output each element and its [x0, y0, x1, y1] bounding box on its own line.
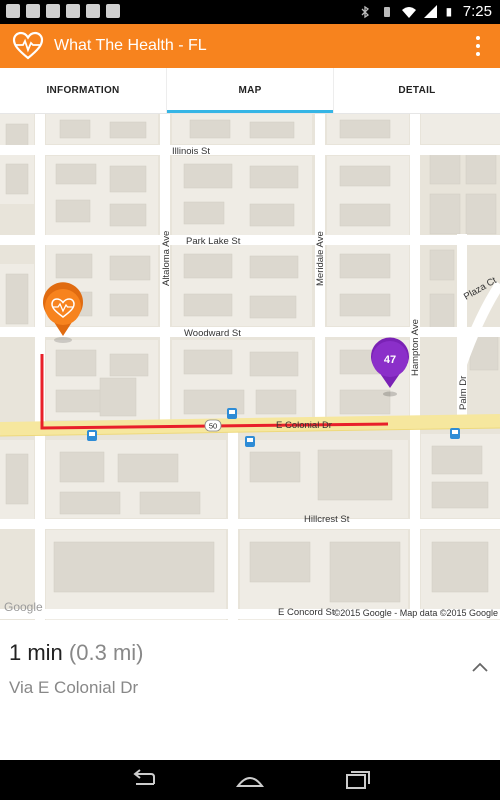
vibrate-icon [383, 6, 390, 17]
bus-stop-icon [450, 428, 460, 439]
tab-information[interactable]: INFORMATION [0, 68, 167, 113]
svg-text:50: 50 [209, 422, 217, 431]
route-distance: (0.3 mi) [68, 640, 144, 665]
bluetooth-icon [361, 5, 369, 18]
back-icon[interactable] [128, 768, 158, 792]
bag-icon [86, 4, 100, 18]
status-bar: 7:25 [0, 0, 500, 24]
system-nav-bar [0, 760, 500, 800]
download-icon [106, 4, 120, 18]
signal-icon [423, 4, 437, 18]
street-label-illinois: Illinois St [172, 146, 210, 157]
bus-stop-icon [245, 436, 255, 447]
street-label-park-lake: Park Lake St [186, 236, 241, 247]
cluster-count: 47 [384, 354, 396, 366]
street-label-meridale: Meridale Ave [315, 231, 326, 286]
home-icon[interactable] [235, 768, 265, 792]
street-label-colonial: E Colonial Dr [276, 420, 332, 431]
heart-pulse-icon [12, 31, 44, 60]
tab-bar: INFORMATION MAP DETAIL [0, 68, 500, 114]
recent-apps-icon[interactable] [342, 768, 372, 792]
street-label-woodward: Woodward St [184, 328, 241, 339]
map-view[interactable]: Illinois St Park Lake St Woodward St E C… [0, 114, 500, 620]
notification-icons [6, 4, 120, 18]
route-info-panel[interactable]: 1 min (0.3 mi) Via E Colonial Dr [0, 620, 500, 760]
map-canvas[interactable]: Illinois St Park Lake St Woodward St E C… [0, 114, 500, 620]
street-label-concord: E Concord St [278, 607, 335, 618]
app-bar: What The Health - FL [0, 24, 500, 68]
image-icon [46, 4, 60, 18]
route-time: 1 min [9, 640, 63, 665]
bus-stop-icon [227, 408, 237, 419]
barcode-icon [66, 4, 80, 18]
tab-map[interactable]: MAP [167, 68, 334, 113]
status-time: 7:25 [462, 3, 492, 20]
shield-icon [6, 4, 20, 18]
route-via: Via E Colonial Dr [9, 678, 139, 697]
overflow-menu-icon[interactable] [476, 36, 482, 56]
street-label-altaloma: Altaloma Ave [161, 231, 172, 286]
street-label-palm: Palm Dr [458, 376, 469, 410]
wifi-icon [401, 6, 416, 18]
route-summary: 1 min (0.3 mi) [9, 640, 143, 666]
tab-detail[interactable]: DETAIL [334, 68, 500, 113]
bus-stop-icon [87, 430, 97, 441]
google-logo: Google [4, 600, 43, 614]
street-label-hampton: Hampton Ave [410, 319, 421, 376]
street-label-hillcrest: Hillcrest St [304, 514, 350, 525]
map-credit[interactable]: ©2015 Google - Map data ©2015 Google [334, 608, 498, 618]
chevron-up-icon[interactable] [470, 660, 490, 674]
app-title: What The Health - FL [54, 37, 207, 54]
mail-icon [26, 4, 40, 18]
route-shield-icon: 50 [204, 419, 222, 432]
battery-icon [446, 7, 451, 17]
